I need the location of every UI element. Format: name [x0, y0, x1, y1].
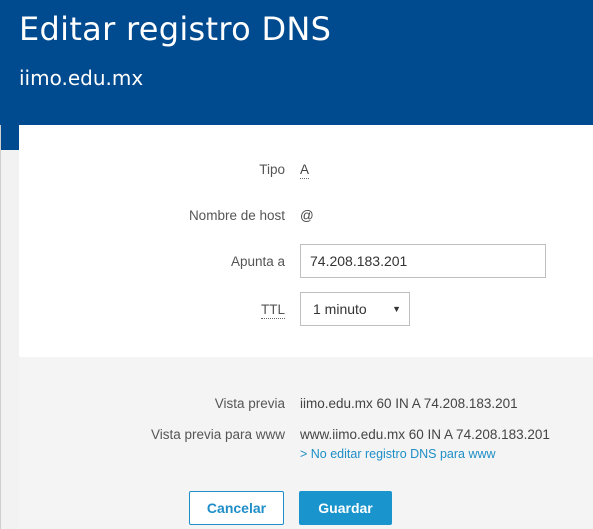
form-fields-section: Tipo A Nombre de host @ Apunta a 74.208.… — [19, 125, 593, 357]
page-title: Editar registro DNS — [19, 10, 332, 48]
ttl-select[interactable]: 1 minuto ▼ — [300, 292, 410, 326]
left-border — [0, 125, 1, 529]
no-edit-www-link[interactable]: > No editar registro DNS para www — [300, 447, 496, 461]
preview-value: iimo.edu.mx 60 IN A 74.208.183.201 — [300, 396, 518, 411]
type-label: Tipo — [259, 162, 285, 177]
www-preview-value: www.iimo.edu.mx 60 IN A 74.208.183.201 — [300, 427, 550, 442]
www-preview-label: Vista previa para www — [150, 427, 285, 442]
chevron-down-icon: ▼ — [392, 304, 401, 314]
type-value: A — [300, 162, 310, 179]
ttl-selected-value: 1 minuto — [313, 301, 367, 317]
cancel-button[interactable]: Cancelar — [189, 491, 284, 525]
hostname-value: @ — [300, 208, 314, 223]
points-to-label: Apunta a — [230, 254, 285, 269]
points-to-input[interactable]: 74.208.183.201 — [300, 244, 546, 278]
save-button[interactable]: Guardar — [299, 491, 392, 525]
hostname-label: Nombre de host — [188, 208, 285, 223]
preview-label: Vista previa — [214, 396, 285, 411]
edit-dns-form: Tipo A Nombre de host @ Apunta a 74.208.… — [19, 125, 593, 529]
domain-subtitle: iimo.edu.mx — [19, 66, 144, 90]
ttl-label: TTL — [260, 302, 285, 319]
